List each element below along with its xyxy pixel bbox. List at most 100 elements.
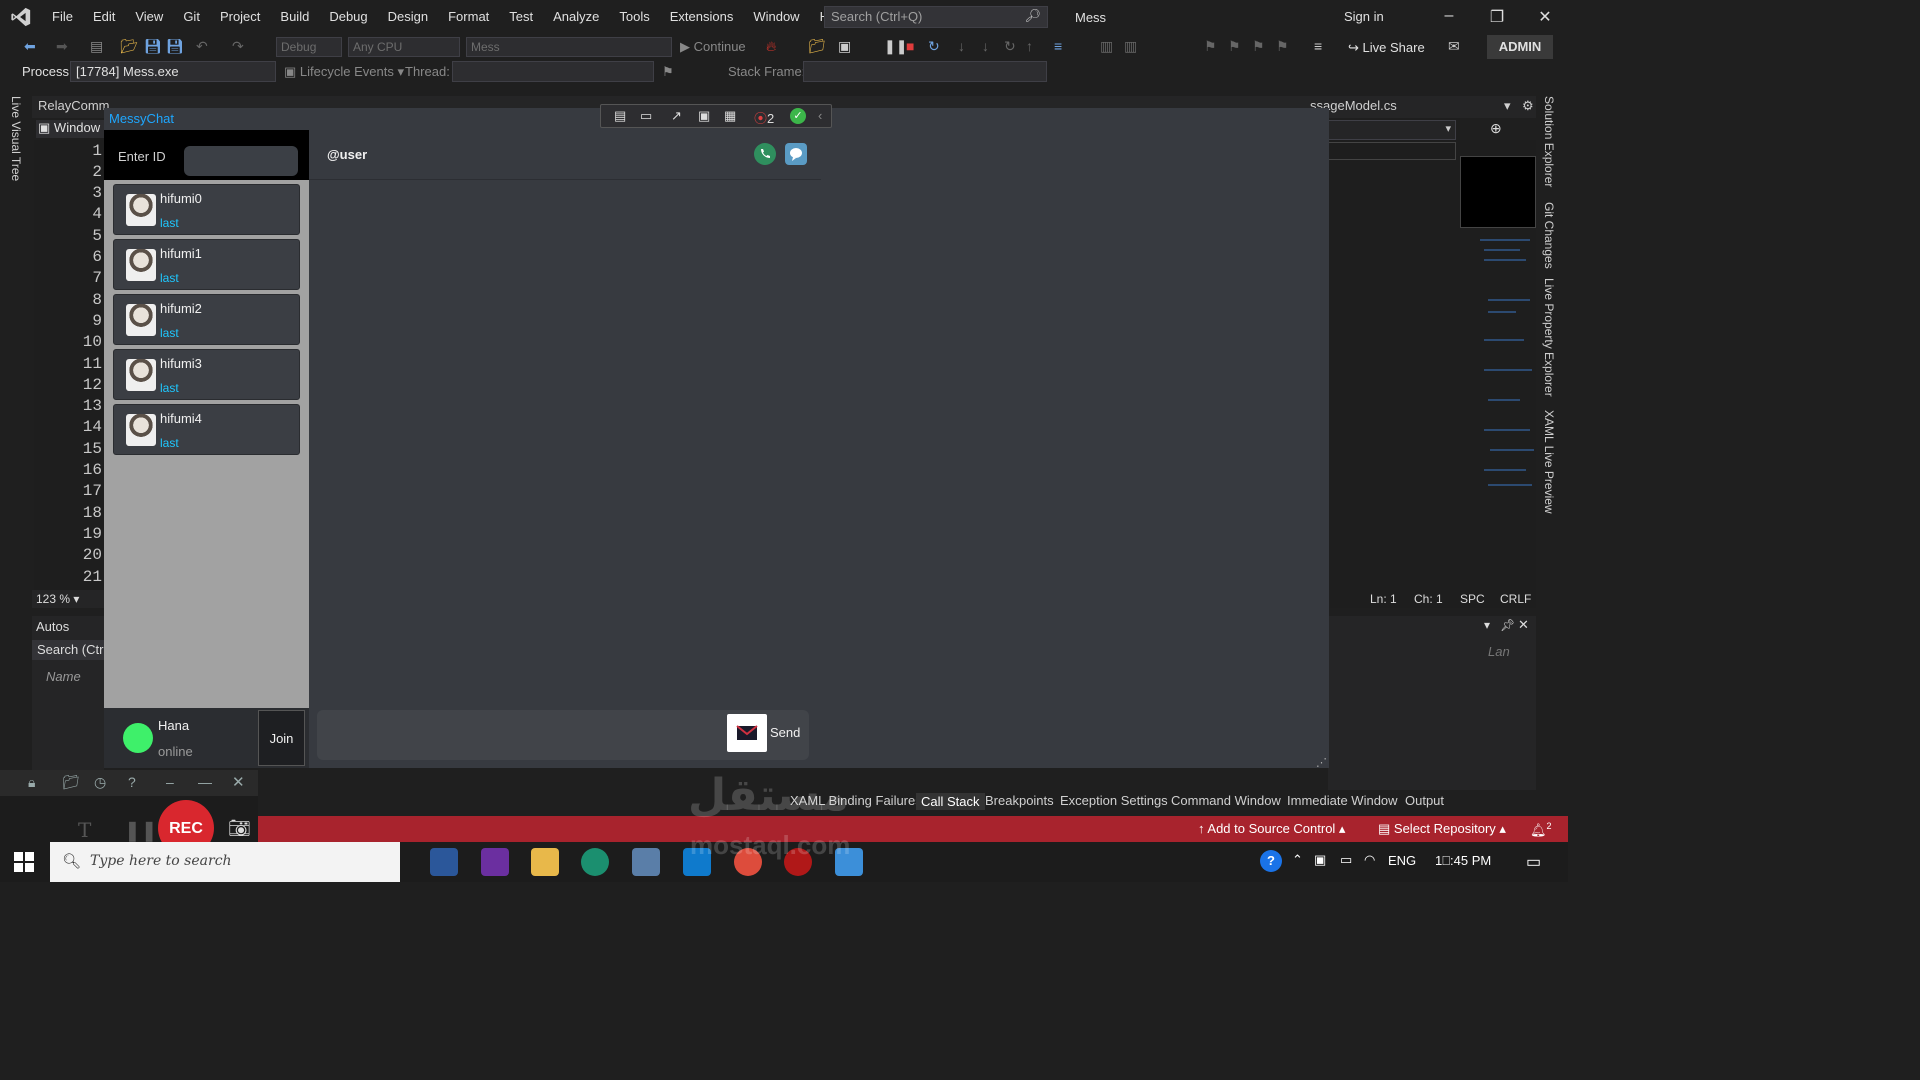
voice-call-icon[interactable]: [754, 143, 776, 165]
vs-search-box[interactable]: Search (Ctrl+Q) 🔎︎: [824, 6, 1048, 28]
pin-icon[interactable]: 📌︎: [1500, 618, 1515, 632]
menu-file[interactable]: File: [42, 0, 83, 34]
hot-reload-icon[interactable]: 🔥︎: [766, 38, 776, 55]
edge-browser-app-icon[interactable]: [581, 848, 609, 876]
visual-studio-logo-icon[interactable]: [10, 6, 32, 28]
clock-time[interactable]: 1⎕:45 PM: [1435, 853, 1491, 869]
menu-debug[interactable]: Debug: [319, 0, 377, 34]
startup-project-dropdown[interactable]: Mess: [466, 37, 672, 57]
windows-start-icon[interactable]: [14, 852, 34, 872]
camera-icon[interactable]: 📷︎: [228, 818, 251, 839]
pause-icon[interactable]: ❚❚: [884, 38, 907, 55]
add-to-source-control-button[interactable]: ↑ Add to Source Control ▴: [1198, 821, 1345, 837]
lifecycle-events-button[interactable]: ▣ Lifecycle Events ▾: [284, 64, 404, 80]
message-list[interactable]: [309, 181, 821, 705]
folder-icon[interactable]: 📁︎: [62, 774, 80, 791]
collapse-toolbar-icon[interactable]: ‹: [818, 108, 822, 123]
tab-list-icon[interactable]: ▾: [1504, 98, 1511, 114]
stack-frame-dropdown[interactable]: [803, 61, 1047, 82]
menu-project[interactable]: Project: [210, 0, 270, 34]
contact-item[interactable]: hifumi2 last: [113, 294, 300, 345]
notification-center-icon[interactable]: ▭: [1526, 852, 1541, 872]
visual-studio-app-icon[interactable]: [481, 848, 509, 876]
recorder-close-icon[interactable]: ✕: [232, 773, 245, 791]
notifications-bell-icon[interactable]: 🔔︎2: [1530, 821, 1552, 838]
split-editor-icon[interactable]: ⊕: [1490, 120, 1502, 137]
bookmark-next-icon[interactable]: ⚑: [1252, 38, 1265, 55]
open-folder-icon[interactable]: 📂︎: [120, 38, 138, 55]
select-element-icon[interactable]: ↗: [671, 108, 682, 124]
file-explorer-app-icon[interactable]: [531, 848, 559, 876]
configuration-dropdown[interactable]: Debug: [276, 37, 342, 57]
compare-icon[interactable]: ▥: [1124, 38, 1137, 55]
feedback-icon[interactable]: ✉: [1448, 38, 1460, 55]
binding-failures-icon[interactable]: ⦿2: [754, 108, 774, 127]
lock-icon[interactable]: 🔒︎: [28, 774, 35, 791]
chat-bubble-icon[interactable]: [785, 143, 807, 165]
minimap-viewport[interactable]: [1460, 156, 1536, 228]
xaml-live-preview-tab[interactable]: XAML Live Preview: [1542, 410, 1556, 514]
thread-dropdown[interactable]: [452, 61, 654, 82]
language-indicator[interactable]: ENG: [1388, 853, 1416, 868]
menu-build[interactable]: Build: [270, 0, 319, 34]
device-icon[interactable]: ▣: [838, 38, 851, 55]
bookmark-prev-icon[interactable]: ⚑: [1228, 38, 1241, 55]
resize-grip-icon[interactable]: ⋰: [1316, 756, 1327, 769]
menu-window[interactable]: Window: [743, 0, 809, 34]
bookmark-icon[interactable]: ⚑: [1204, 38, 1217, 55]
contact-item[interactable]: hifumi1 last: [113, 239, 300, 290]
undo-icon[interactable]: ↶: [196, 38, 208, 55]
save-icon[interactable]: 💾︎: [144, 38, 162, 55]
tray-chevron-icon[interactable]: ⌃: [1292, 852, 1303, 868]
menu-edit[interactable]: Edit: [83, 0, 125, 34]
text-tool-icon[interactable]: T: [78, 818, 91, 842]
menu-tools[interactable]: Tools: [609, 0, 659, 34]
track-focus-icon[interactable]: ▦: [724, 108, 736, 124]
layout-icon[interactable]: ▥: [1100, 38, 1113, 55]
platform-dropdown[interactable]: Any CPU: [348, 37, 460, 57]
tab-exception-settings[interactable]: Exception Settings: [1060, 793, 1168, 808]
contact-item[interactable]: hifumi3 last: [113, 349, 300, 400]
contact-item[interactable]: hifumi4 last: [113, 404, 300, 455]
step-back-icon[interactable]: ↑: [1026, 38, 1033, 54]
zoom-level-dropdown[interactable]: 123 % ▾: [32, 590, 104, 608]
tab-call-stack[interactable]: Call Stack: [916, 793, 985, 810]
step-into-icon[interactable]: ↓: [958, 38, 965, 54]
join-button[interactable]: Join: [258, 710, 305, 766]
pane-close-icon[interactable]: ✕: [1518, 617, 1529, 633]
menu-git[interactable]: Git: [173, 0, 210, 34]
recorder-minimize-icon[interactable]: —: [198, 774, 212, 790]
line-ending-indicator[interactable]: CRLF: [1500, 592, 1531, 606]
stop-icon[interactable]: ■: [906, 38, 914, 54]
menu-test[interactable]: Test: [499, 0, 543, 34]
diagnostic-icon[interactable]: ≡: [1054, 38, 1062, 54]
menu-extensions[interactable]: Extensions: [660, 0, 744, 34]
collapse-icon[interactable]: ‒: [166, 774, 174, 790]
browse-icon[interactable]: 📁︎: [808, 38, 826, 55]
live-visual-tree-icon[interactable]: ▤: [614, 108, 626, 124]
menu-analyze[interactable]: Analyze: [543, 0, 609, 34]
step-out-icon[interactable]: ↻: [1004, 38, 1016, 55]
tab-output[interactable]: Output: [1405, 793, 1444, 808]
forward-icon[interactable]: ➡: [56, 38, 68, 55]
live-visual-tree-tab[interactable]: Live Visual Tree: [9, 96, 23, 181]
pane-menu-icon[interactable]: ▾: [1484, 618, 1490, 632]
member-dropdown[interactable]: ▾: [1328, 120, 1456, 140]
close-icon[interactable]: ✕: [1530, 7, 1560, 27]
send-button[interactable]: Send: [770, 725, 800, 740]
attach-image-button[interactable]: [727, 714, 767, 752]
new-project-icon[interactable]: ▤: [90, 38, 103, 55]
id-input[interactable]: [184, 146, 298, 176]
process-dropdown[interactable]: [17784] Mess.exe: [70, 61, 276, 82]
tab-breakpoints[interactable]: Breakpoints: [985, 793, 1054, 808]
save-all-icon[interactable]: 💾︎: [166, 38, 184, 55]
camera-icon[interactable]: ▭: [640, 108, 652, 124]
menu-design[interactable]: Design: [378, 0, 438, 34]
sign-in-link[interactable]: Sign in: [1344, 9, 1384, 24]
contact-item[interactable]: hifumi0 last: [113, 184, 300, 235]
help-icon[interactable]: ?: [128, 774, 136, 790]
clock-icon[interactable]: ◷: [94, 774, 106, 791]
solution-explorer-tab[interactable]: Solution Explorer: [1542, 96, 1556, 187]
live-property-explorer-tab[interactable]: Live Property Explorer: [1542, 278, 1556, 397]
help-tray-icon[interactable]: ?: [1260, 850, 1282, 872]
